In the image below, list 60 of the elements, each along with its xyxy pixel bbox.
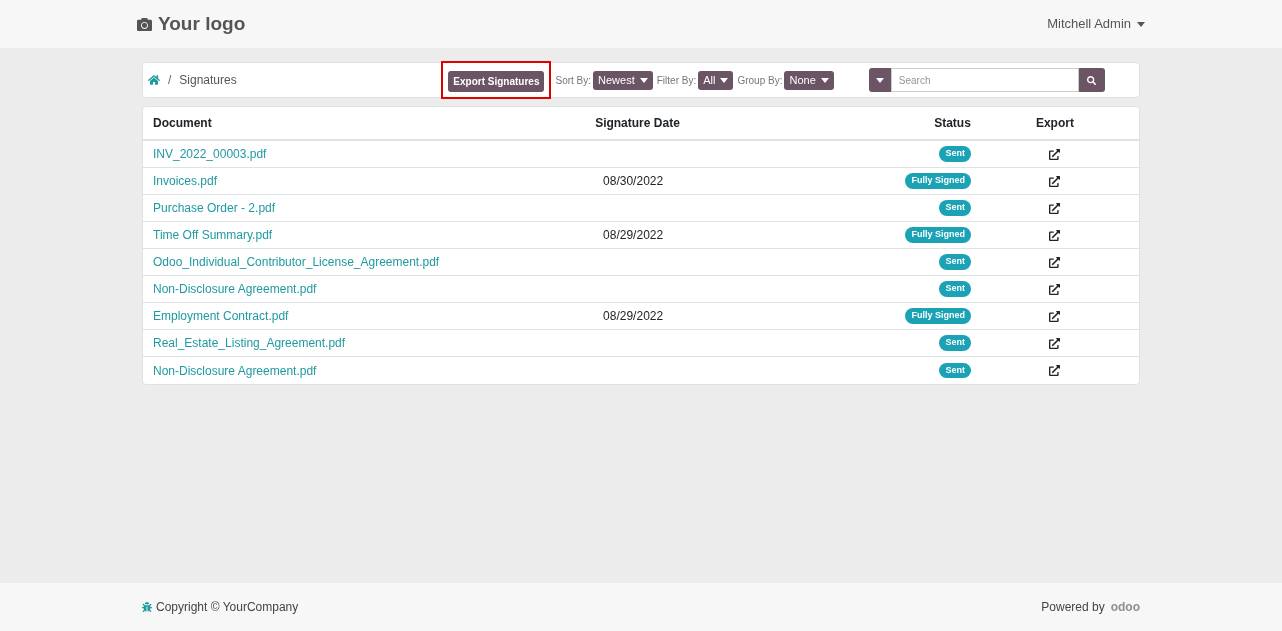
document-link[interactable]: Employment Contract.pdf — [153, 309, 289, 323]
status-badge: Sent — [939, 362, 971, 379]
filter-label: Filter By: — [656, 73, 697, 88]
home-icon[interactable] — [148, 74, 160, 86]
signature-date: 08/29/2022 — [603, 309, 664, 323]
external-link-icon[interactable] — [1049, 175, 1061, 187]
caret-icon — [1137, 21, 1145, 27]
document-link[interactable]: Purchase Order - 2.pdf — [153, 201, 276, 215]
filter-dropdown[interactable]: None — [784, 70, 834, 90]
external-link-icon[interactable] — [1049, 202, 1061, 214]
filter-dropdown[interactable]: All — [698, 70, 734, 90]
caret-icon — [875, 77, 884, 83]
search-button[interactable] — [1078, 68, 1105, 92]
export-signatures-button[interactable]: Export Signatures — [448, 71, 545, 92]
status-badge: Fully Signed — [905, 173, 971, 189]
status-badge: Sent — [939, 281, 971, 297]
document-link[interactable]: Odoo_Individual_Contributor_License_Agreement.pdf — [153, 255, 440, 269]
logo-text: Your logo — [158, 11, 246, 36]
document-link[interactable]: Non-Disclosure Agreement.pdf — [153, 363, 317, 378]
external-link-icon[interactable] — [1049, 365, 1061, 376]
status-badge: Fully Signed — [905, 227, 971, 243]
external-link-icon[interactable] — [1049, 337, 1061, 349]
column-header: Export — [1034, 115, 1075, 132]
status-badge: Sent — [939, 254, 971, 270]
external-link-icon[interactable] — [1049, 148, 1061, 160]
caret-icon — [639, 77, 648, 83]
powered-by-text: Powered by — [1041, 599, 1105, 616]
camera-icon — [137, 16, 152, 32]
status-badge: Sent — [939, 146, 971, 162]
caret-icon — [820, 77, 829, 83]
search-field[interactable]: Search — [890, 68, 1079, 92]
filter-dropdown[interactable]: Newest — [593, 70, 653, 90]
user-menu[interactable]: Mitchell Admin — [1047, 14, 1145, 34]
column-header: Signature Date — [594, 115, 681, 132]
document-link[interactable]: INV_2022_00003.pdf — [153, 147, 267, 161]
document-link[interactable]: Non-Disclosure Agreement.pdf — [153, 282, 317, 296]
status-badge: Sent — [939, 335, 971, 351]
document-link[interactable]: Real_Estate_Listing_Agreement.pdf — [153, 336, 346, 350]
copyright-text: Copyright © YourCompany — [156, 599, 299, 616]
external-link-icon[interactable] — [1049, 283, 1061, 295]
search-icon — [1087, 75, 1097, 85]
external-link-icon[interactable] — [1049, 229, 1061, 241]
status-badge: Sent — [939, 200, 971, 216]
status-badge: Fully Signed — [905, 308, 971, 324]
caret-icon — [720, 77, 729, 83]
bug-icon — [142, 602, 152, 612]
document-link[interactable]: Invoices.pdf — [153, 174, 218, 188]
document-link[interactable]: Time Off Summary.pdf — [153, 228, 273, 242]
filter-label: Group By: — [737, 73, 783, 88]
brand-logo[interactable]: odoo — [1110, 598, 1140, 616]
column-header: Document — [152, 115, 213, 132]
signature-date: 08/29/2022 — [603, 228, 664, 242]
search-options-button[interactable] — [868, 68, 891, 92]
filter-label: Sort By: — [555, 73, 592, 88]
breadcrumb-current: Signatures — [179, 72, 238, 89]
external-link-icon[interactable] — [1049, 256, 1061, 268]
breadcrumb-separator: / — [168, 72, 172, 89]
signature-date: 08/30/2022 — [603, 174, 664, 188]
external-link-icon[interactable] — [1049, 310, 1061, 322]
column-header: Status — [933, 115, 971, 132]
